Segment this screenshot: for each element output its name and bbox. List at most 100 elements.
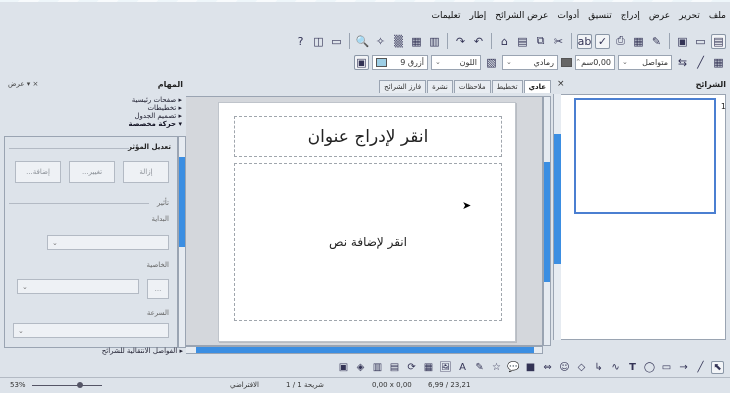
speed-dropdown[interactable]: ⌄ — [13, 323, 169, 338]
cut-icon[interactable]: ✂ — [551, 34, 566, 49]
save-icon[interactable]: ▣ — [675, 34, 690, 49]
table-icon[interactable]: ▦ — [409, 34, 424, 49]
styles-icon[interactable]: ▦ — [711, 55, 726, 70]
clone-format-icon[interactable]: ⌂ — [497, 34, 512, 49]
area-style-dropdown[interactable]: اللون ⌄ — [431, 54, 481, 70]
menu-window[interactable]: إطار — [470, 11, 487, 21]
body-placeholder[interactable]: انقر لإضافة نص — [234, 163, 502, 321]
close-icon[interactable]: × — [557, 79, 565, 89]
title-placeholder[interactable]: انقر لإدراج عنوان — [234, 116, 502, 157]
align-icon[interactable]: ▤ — [388, 361, 401, 374]
change-button[interactable]: تغيير... — [69, 161, 115, 183]
edit-file-icon[interactable]: ✎ — [649, 34, 664, 49]
slides-scrollbar[interactable] — [553, 94, 561, 340]
tasks-scrollbar[interactable] — [178, 136, 186, 348]
shadow-icon[interactable]: ▣ — [354, 54, 369, 70]
redo-icon[interactable]: ↷ — [453, 34, 468, 49]
line-color-dropdown[interactable]: رمادي ⌄ — [502, 54, 558, 70]
display-grid-icon[interactable]: ▒ — [391, 34, 406, 49]
area-color-dropdown[interactable]: أزرق 9 — [372, 54, 428, 70]
add-button[interactable]: إضافة... — [15, 161, 61, 183]
stars-icon[interactable]: ☆ — [490, 361, 503, 374]
menu-file[interactable]: ملف — [709, 11, 726, 21]
export-pdf-icon[interactable]: ▦ — [631, 34, 646, 49]
tab-normal[interactable]: عادي — [523, 80, 551, 93]
spellcheck-icon[interactable]: ✓ — [595, 33, 610, 49]
curve-icon[interactable]: ∿ — [609, 361, 622, 374]
arrow-style-icon[interactable]: ⇆ — [675, 55, 690, 70]
remove-button[interactable]: إزالة — [123, 161, 169, 183]
editor-horizontal-scrollbar[interactable] — [185, 346, 543, 354]
autospell-icon[interactable]: ab — [577, 33, 592, 49]
slide-icon[interactable]: ▭ — [329, 34, 344, 49]
section-slide-transition[interactable]: ▸ الفواصل الانتقالية للشرائح — [102, 347, 183, 355]
undo-icon[interactable]: ↶ — [471, 34, 486, 49]
menu-format[interactable]: تنسيق — [588, 11, 611, 21]
block-arrows-icon[interactable]: ⇔ — [541, 361, 554, 374]
gallery-icon[interactable]: ◫ — [311, 34, 326, 49]
line-icon[interactable]: ╱ — [694, 361, 707, 374]
symbol-shapes-icon[interactable]: ☺ — [558, 361, 571, 374]
gallery-icon[interactable]: ▦ — [422, 361, 435, 374]
text-icon[interactable]: T — [626, 361, 639, 374]
line-color-swatch[interactable] — [561, 57, 572, 67]
shadow-toggle-icon[interactable]: ▣ — [337, 361, 350, 374]
menu-view[interactable]: عرض — [649, 11, 670, 21]
chart-icon[interactable]: ▥ — [427, 34, 442, 49]
start-dropdown[interactable]: ⌄ — [47, 235, 169, 250]
extrusion-icon[interactable]: ◈ — [354, 361, 367, 374]
tab-outline[interactable]: تخطيط — [491, 80, 523, 93]
section-table-design[interactable]: ▸ تصميم الجدول — [4, 112, 182, 120]
property-dropdown[interactable]: ⌄ — [17, 279, 139, 294]
basic-shapes-icon[interactable]: ◇ — [575, 361, 588, 374]
copy-icon[interactable]: ⧉ — [533, 34, 548, 49]
line-icon[interactable]: ╱ — [693, 55, 708, 70]
flowchart-icon[interactable]: ■ — [524, 361, 537, 374]
area-icon[interactable]: ▧ — [484, 55, 499, 70]
help-icon[interactable]: ? — [293, 34, 308, 49]
arrange-icon[interactable]: ▥ — [371, 361, 384, 374]
effect-options-button[interactable]: ... — [147, 279, 169, 299]
menu-edit[interactable]: تحرير — [679, 11, 700, 21]
cursor-icon[interactable]: ⬉ — [711, 360, 724, 374]
editor-vertical-scrollbar[interactable] — [543, 96, 551, 346]
connector-icon[interactable]: ↳ — [592, 361, 605, 374]
rectangle-icon[interactable]: ▭ — [660, 361, 673, 374]
slide-thumbnail[interactable] — [574, 98, 716, 214]
tab-notes[interactable]: ملاحظات — [453, 80, 491, 93]
callouts-icon[interactable]: 💬 — [507, 361, 520, 374]
rotate-icon[interactable]: ⟳ — [405, 361, 418, 374]
arrow-icon[interactable]: → — [677, 361, 690, 374]
section-master-pages[interactable]: ▸ صفحات رئيسية — [4, 96, 182, 104]
status-bar: 53% الافتراضي شريحة 1 / 1 0,00 x 0,00 6,… — [0, 377, 730, 393]
scrollbar-thumb[interactable] — [196, 347, 534, 353]
menu-tools[interactable]: أدوات — [557, 11, 579, 21]
ellipse-icon[interactable]: ◯ — [643, 361, 656, 374]
scrollbar-thumb[interactable] — [554, 134, 561, 264]
tab-slide-sorter[interactable]: فارز الشرائح — [379, 80, 427, 93]
zoom-percent[interactable]: 53% — [10, 381, 26, 389]
slides-pane-title: الشرائح — [695, 80, 726, 89]
navigator-icon[interactable]: ✧ — [373, 34, 388, 49]
section-layouts[interactable]: ▸ تخطيطات — [4, 104, 182, 112]
paste-icon[interactable]: ▤ — [515, 34, 530, 49]
tasks-view-menu[interactable]: × ▾ عرض — [8, 80, 38, 88]
menu-slideshow[interactable]: عرض الشرائح — [495, 11, 548, 21]
line-style-dropdown[interactable]: متواصل ⌄ — [618, 54, 672, 70]
line-width-field[interactable]: 0,00سم ⌃ — [575, 54, 615, 70]
points-icon[interactable]: ✎ — [473, 361, 486, 374]
open-folder-icon[interactable]: ▭ — [693, 34, 708, 49]
zoom-icon[interactable]: 🔍 — [355, 34, 370, 49]
menu-insert[interactable]: إدراج — [621, 11, 640, 21]
zoom-slider[interactable] — [32, 385, 102, 386]
zoom-slider-knob[interactable] — [77, 382, 83, 388]
scrollbar-thumb[interactable] — [544, 162, 550, 282]
menu-help[interactable]: تعليمات — [432, 11, 461, 21]
scrollbar-thumb[interactable] — [179, 157, 185, 247]
print-icon[interactable]: ⎙ — [613, 34, 628, 49]
fontwork-icon[interactable]: A — [456, 361, 469, 374]
from-file-icon[interactable]: 🖼 — [439, 361, 452, 374]
tab-handout[interactable]: نشرة — [427, 80, 453, 93]
section-custom-animation[interactable]: ▾ حركة مخصصة — [4, 120, 182, 128]
new-document-icon[interactable]: ▤ — [711, 33, 726, 49]
